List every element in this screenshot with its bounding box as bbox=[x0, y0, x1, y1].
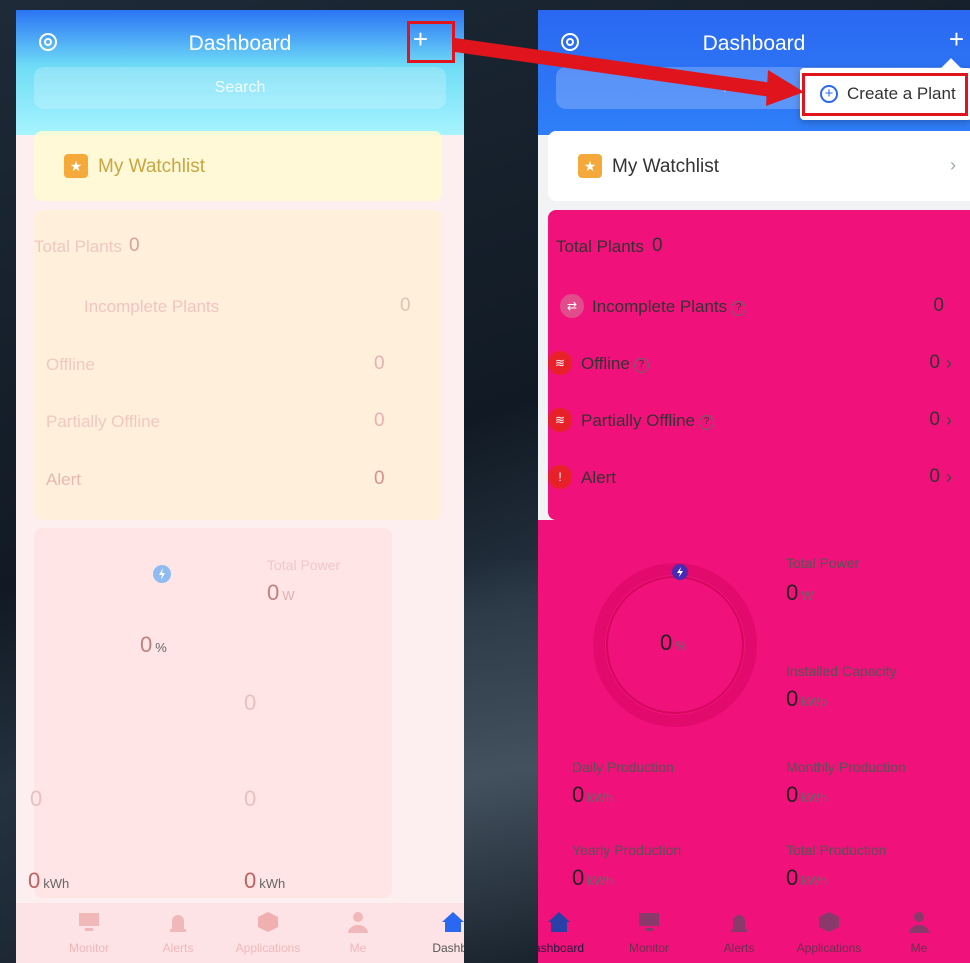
annotation-arrow bbox=[455, 38, 804, 106]
